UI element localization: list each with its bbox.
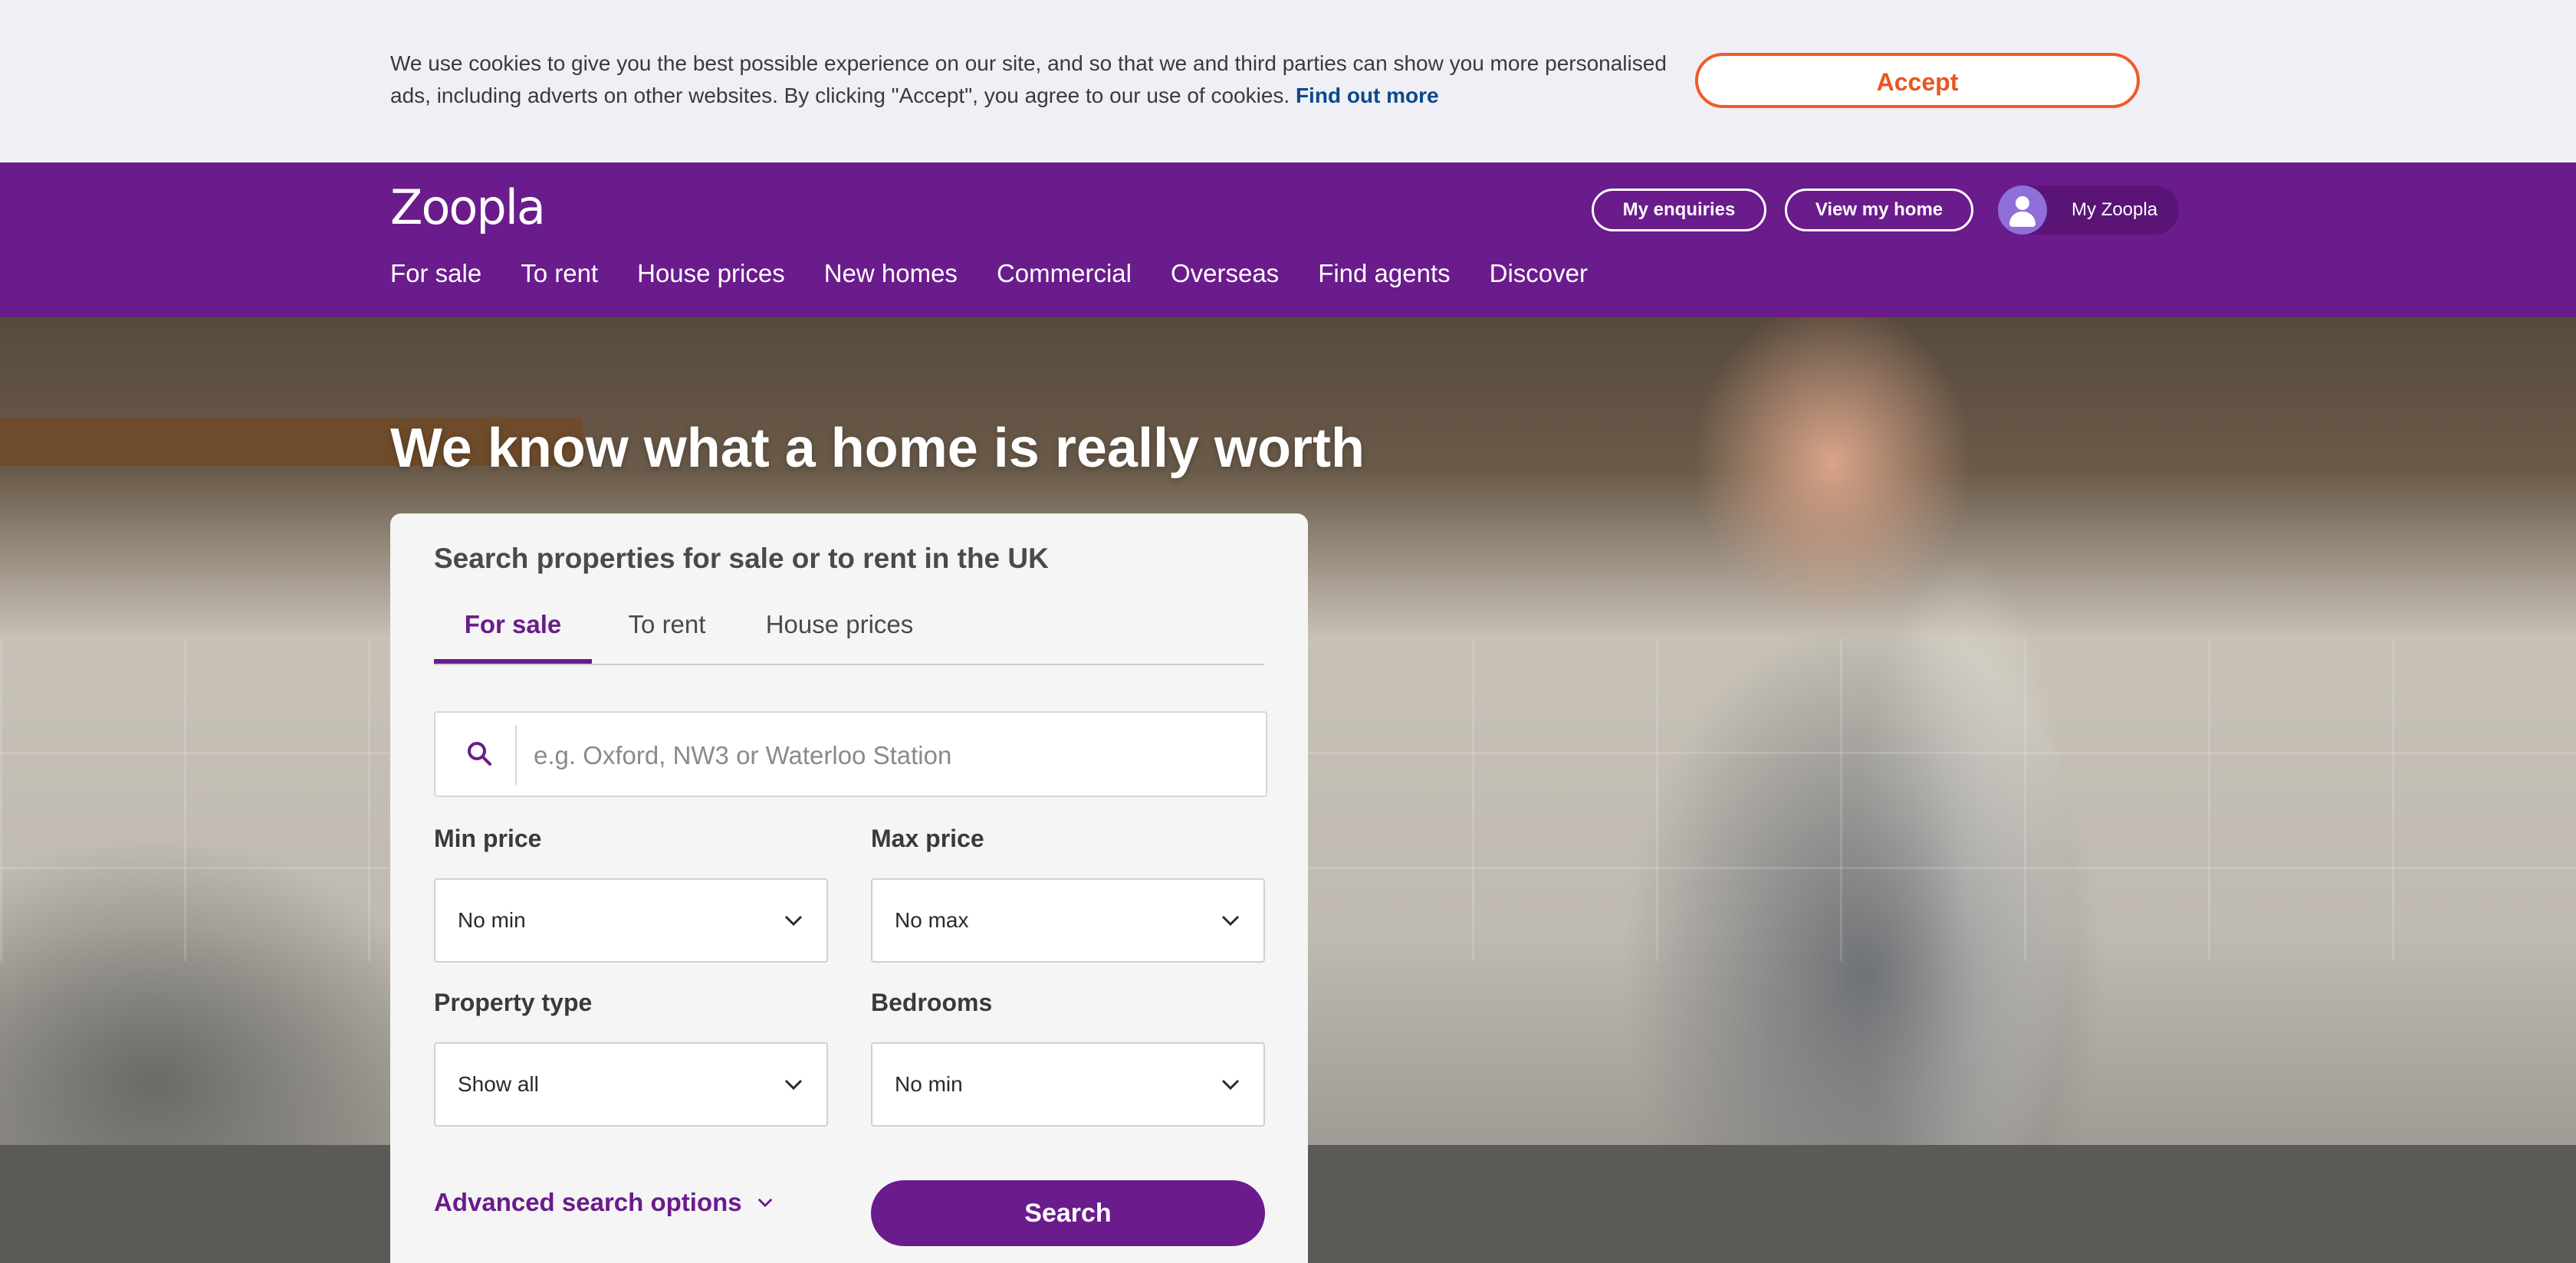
find-out-more-link[interactable]: Find out more	[1296, 84, 1439, 107]
property-type-label: Property type	[434, 989, 593, 1016]
chevron-down-icon	[1221, 1079, 1240, 1091]
search-icon[interactable]	[465, 739, 495, 769]
my-zoopla-label: My Zoopla	[2072, 199, 2158, 220]
nav-for-sale[interactable]: For sale	[390, 259, 481, 288]
zoopla-logo[interactable]: Zoopla	[390, 179, 546, 235]
nav-to-rent[interactable]: To rent	[521, 259, 598, 288]
site-header: Zoopla My enquiries View my home My Zoop…	[0, 162, 2576, 317]
nav-new-homes[interactable]: New homes	[824, 259, 958, 288]
nav-discover[interactable]: Discover	[1490, 259, 1588, 288]
bedrooms-value: No min	[895, 1072, 963, 1096]
chevron-down-icon	[784, 915, 803, 927]
search-divider	[515, 725, 517, 785]
nav-overseas[interactable]: Overseas	[1171, 259, 1279, 288]
max-price-value: No max	[895, 908, 969, 932]
min-price-select[interactable]: No min	[434, 878, 828, 963]
hero-title: We know what a home is really worth	[390, 418, 1365, 479]
search-panel: Search properties for sale or to rent in…	[390, 513, 1308, 1263]
view-my-home-button[interactable]: View my home	[1785, 189, 1973, 231]
property-type-select[interactable]: Show all	[434, 1042, 828, 1127]
accept-cookies-button[interactable]: Accept	[1695, 53, 2140, 108]
user-avatar-icon	[1998, 185, 2047, 235]
advanced-search-label: Advanced search options	[434, 1188, 742, 1216]
nav-find-agents[interactable]: Find agents	[1318, 259, 1450, 288]
bedrooms-select[interactable]: No min	[871, 1042, 1265, 1127]
cookie-message: We use cookies to give you the best poss…	[390, 48, 1694, 112]
location-search-box	[434, 711, 1267, 797]
property-type-value: Show all	[458, 1072, 539, 1096]
cookie-text: We use cookies to give you the best poss…	[390, 51, 1667, 107]
my-enquiries-button[interactable]: My enquiries	[1592, 189, 1766, 231]
search-panel-title: Search properties for sale or to rent in…	[434, 543, 1049, 574]
tab-to-rent[interactable]: To rent	[592, 598, 742, 664]
my-zoopla-button[interactable]: My Zoopla	[1998, 185, 2179, 235]
location-search-input[interactable]	[532, 728, 1248, 783]
min-price-value: No min	[458, 908, 526, 932]
main-nav: For sale To rent House prices New homes …	[390, 259, 1627, 288]
search-button[interactable]: Search	[871, 1180, 1265, 1246]
nav-house-prices[interactable]: House prices	[637, 259, 785, 288]
chevron-down-icon	[757, 1198, 772, 1208]
max-price-select[interactable]: No max	[871, 878, 1265, 963]
tab-for-sale[interactable]: For sale	[434, 598, 592, 664]
chevron-down-icon	[1221, 915, 1240, 927]
max-price-label: Max price	[871, 825, 984, 852]
search-tabs: For sale To rent House prices	[434, 598, 1264, 665]
tab-house-prices[interactable]: House prices	[742, 598, 937, 664]
cookie-banner: We use cookies to give you the best poss…	[0, 0, 2576, 162]
chevron-down-icon	[784, 1079, 803, 1091]
min-price-label: Min price	[434, 825, 542, 852]
nav-commercial[interactable]: Commercial	[997, 259, 1132, 288]
bedrooms-label: Bedrooms	[871, 989, 993, 1016]
advanced-search-options-link[interactable]: Advanced search options	[434, 1188, 776, 1217]
